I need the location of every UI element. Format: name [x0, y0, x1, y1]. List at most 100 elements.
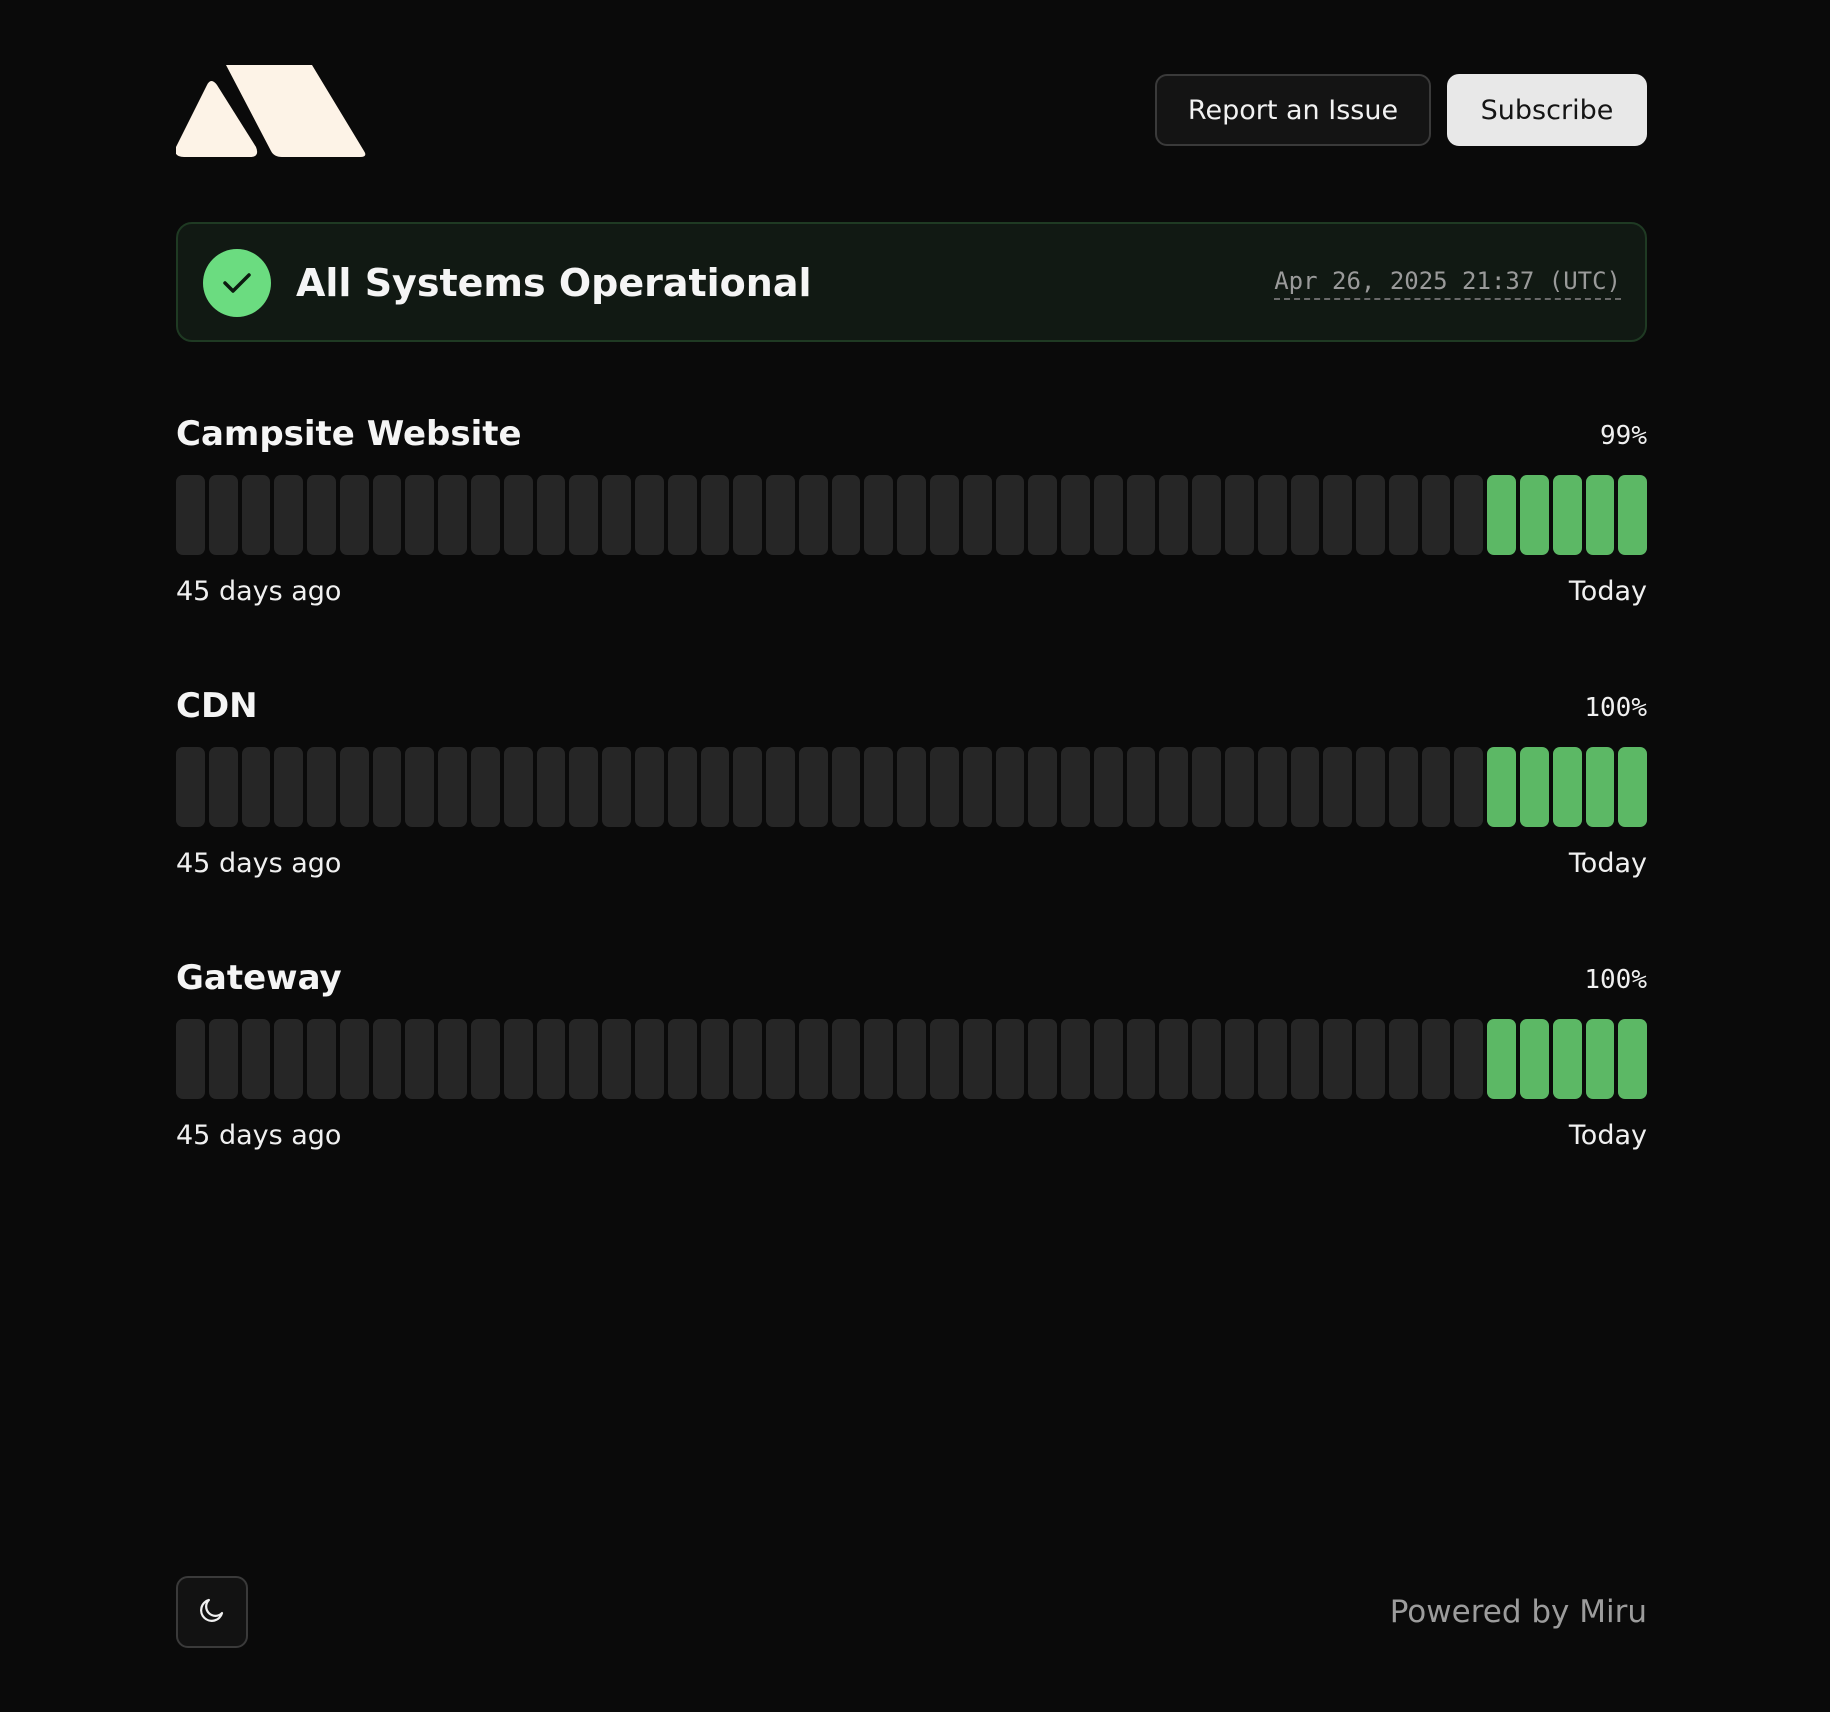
uptime-bar-no-data[interactable]: [766, 747, 795, 827]
uptime-bar-no-data[interactable]: [372, 1019, 402, 1099]
uptime-bar-no-data[interactable]: [274, 747, 304, 827]
uptime-bar-no-data[interactable]: [1421, 475, 1451, 555]
uptime-bar-no-data[interactable]: [864, 475, 894, 555]
uptime-bar-operational[interactable]: [1618, 747, 1648, 827]
uptime-bar-no-data[interactable]: [1028, 1019, 1058, 1099]
uptime-bar-no-data[interactable]: [569, 1019, 599, 1099]
uptime-bar-no-data[interactable]: [766, 1019, 795, 1099]
uptime-bar-no-data[interactable]: [176, 1019, 205, 1099]
uptime-bar-no-data[interactable]: [1290, 747, 1320, 827]
uptime-bar-no-data[interactable]: [1323, 1019, 1353, 1099]
uptime-bar-no-data[interactable]: [1421, 1019, 1451, 1099]
uptime-bar-no-data[interactable]: [897, 747, 926, 827]
uptime-bar-no-data[interactable]: [536, 1019, 566, 1099]
uptime-bar-no-data[interactable]: [634, 475, 664, 555]
uptime-bar-no-data[interactable]: [208, 747, 238, 827]
uptime-bar-operational[interactable]: [1585, 1019, 1615, 1099]
uptime-bar-operational[interactable]: [1552, 475, 1582, 555]
uptime-bar-no-data[interactable]: [602, 475, 631, 555]
uptime-bar-no-data[interactable]: [438, 747, 468, 827]
uptime-bar-operational[interactable]: [1487, 475, 1517, 555]
uptime-bar-no-data[interactable]: [569, 747, 599, 827]
uptime-bar-no-data[interactable]: [1454, 747, 1484, 827]
uptime-bar-operational[interactable]: [1487, 1019, 1517, 1099]
uptime-bar-no-data[interactable]: [700, 475, 730, 555]
uptime-bar-no-data[interactable]: [503, 1019, 533, 1099]
uptime-bar-no-data[interactable]: [372, 747, 402, 827]
uptime-bar-no-data[interactable]: [1225, 1019, 1254, 1099]
uptime-bar-no-data[interactable]: [1126, 747, 1156, 827]
uptime-bar-no-data[interactable]: [438, 1019, 468, 1099]
uptime-bar-no-data[interactable]: [1126, 1019, 1156, 1099]
uptime-bar-no-data[interactable]: [569, 475, 599, 555]
uptime-bar-no-data[interactable]: [929, 475, 959, 555]
uptime-bar-no-data[interactable]: [1454, 475, 1484, 555]
uptime-bar-no-data[interactable]: [274, 1019, 304, 1099]
uptime-bar-no-data[interactable]: [405, 747, 435, 827]
uptime-bar-no-data[interactable]: [1028, 747, 1058, 827]
uptime-bar-operational[interactable]: [1618, 1019, 1648, 1099]
uptime-bar-no-data[interactable]: [208, 1019, 238, 1099]
uptime-bar-no-data[interactable]: [831, 747, 861, 827]
uptime-bar-no-data[interactable]: [1454, 1019, 1484, 1099]
uptime-bar-no-data[interactable]: [1192, 1019, 1221, 1099]
uptime-bar-no-data[interactable]: [1257, 475, 1287, 555]
uptime-bar-no-data[interactable]: [897, 475, 926, 555]
uptime-bar-no-data[interactable]: [307, 747, 336, 827]
uptime-bar-no-data[interactable]: [995, 1019, 1025, 1099]
uptime-bar-no-data[interactable]: [339, 1019, 369, 1099]
uptime-bar-no-data[interactable]: [962, 1019, 992, 1099]
uptime-bar-no-data[interactable]: [1323, 475, 1353, 555]
uptime-bar-no-data[interactable]: [1093, 475, 1123, 555]
uptime-bar-no-data[interactable]: [1225, 475, 1254, 555]
uptime-bar-no-data[interactable]: [995, 475, 1025, 555]
uptime-bar-no-data[interactable]: [208, 475, 238, 555]
uptime-bar-no-data[interactable]: [307, 475, 336, 555]
uptime-bar-no-data[interactable]: [667, 747, 697, 827]
uptime-bar-no-data[interactable]: [1225, 747, 1254, 827]
uptime-bar-no-data[interactable]: [602, 747, 631, 827]
uptime-bar-no-data[interactable]: [1290, 475, 1320, 555]
uptime-bar-operational[interactable]: [1520, 475, 1549, 555]
uptime-bar-no-data[interactable]: [1093, 1019, 1123, 1099]
uptime-bar-no-data[interactable]: [700, 747, 730, 827]
uptime-bar-no-data[interactable]: [1290, 1019, 1320, 1099]
uptime-bar-no-data[interactable]: [1356, 1019, 1385, 1099]
uptime-bar-no-data[interactable]: [241, 1019, 271, 1099]
uptime-bar-no-data[interactable]: [1257, 747, 1287, 827]
uptime-bar-no-data[interactable]: [1192, 747, 1221, 827]
uptime-bar-no-data[interactable]: [602, 1019, 631, 1099]
uptime-bar-operational[interactable]: [1585, 747, 1615, 827]
uptime-bar-no-data[interactable]: [536, 747, 566, 827]
subscribe-button[interactable]: Subscribe: [1447, 74, 1647, 146]
theme-toggle-button[interactable]: [176, 1576, 248, 1648]
uptime-bar-operational[interactable]: [1520, 747, 1549, 827]
uptime-bar-no-data[interactable]: [733, 1019, 763, 1099]
uptime-bar-no-data[interactable]: [1323, 747, 1353, 827]
uptime-bar-no-data[interactable]: [929, 747, 959, 827]
uptime-bar-no-data[interactable]: [471, 747, 500, 827]
uptime-bar-no-data[interactable]: [634, 747, 664, 827]
uptime-bar-no-data[interactable]: [733, 747, 763, 827]
uptime-bar-no-data[interactable]: [1159, 475, 1189, 555]
uptime-bar-no-data[interactable]: [241, 747, 271, 827]
uptime-bar-operational[interactable]: [1585, 475, 1615, 555]
uptime-bar-no-data[interactable]: [929, 1019, 959, 1099]
uptime-bar-no-data[interactable]: [503, 747, 533, 827]
status-timestamp[interactable]: Apr 26, 2025 21:37 (UTC): [1274, 266, 1621, 300]
uptime-bar-no-data[interactable]: [831, 1019, 861, 1099]
uptime-bar-no-data[interactable]: [1388, 475, 1418, 555]
uptime-bar-operational[interactable]: [1520, 1019, 1549, 1099]
uptime-bar-no-data[interactable]: [307, 1019, 336, 1099]
campsite-logo-icon[interactable]: [175, 61, 366, 159]
uptime-bar-no-data[interactable]: [962, 747, 992, 827]
uptime-bar-operational[interactable]: [1487, 747, 1517, 827]
uptime-bar-no-data[interactable]: [241, 475, 271, 555]
uptime-bar-no-data[interactable]: [667, 1019, 697, 1099]
uptime-bar-no-data[interactable]: [1061, 475, 1090, 555]
uptime-bar-no-data[interactable]: [962, 475, 992, 555]
report-issue-button[interactable]: Report an Issue: [1155, 74, 1431, 146]
uptime-bar-no-data[interactable]: [405, 1019, 435, 1099]
uptime-bar-no-data[interactable]: [405, 475, 435, 555]
uptime-bar-no-data[interactable]: [667, 475, 697, 555]
